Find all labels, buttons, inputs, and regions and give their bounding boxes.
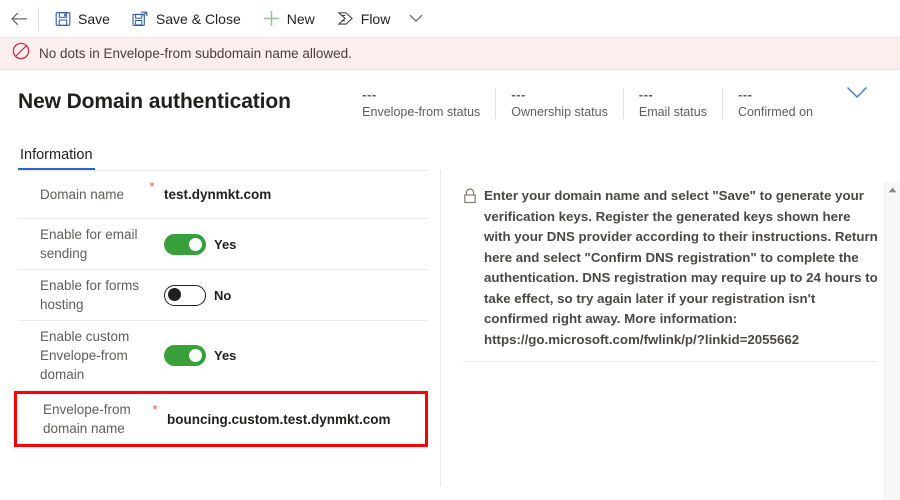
flow-icon (337, 10, 354, 27)
new-button[interactable]: New (252, 0, 326, 38)
chevron-down-icon (846, 86, 868, 99)
lock-icon (463, 186, 477, 350)
save-icon (54, 10, 71, 27)
plus-icon (263, 10, 280, 27)
flow-button[interactable]: Flow (326, 0, 402, 38)
enable-forms-hosting-toggle[interactable] (164, 284, 206, 306)
info-panel-text: Enter your domain name and select "Save"… (484, 188, 878, 347)
form-column: Domain name * test.dynmkt.com Enable for… (14, 170, 428, 486)
required-indicator (140, 276, 164, 278)
status-label: Email status (638, 105, 707, 119)
required-indicator (140, 327, 164, 329)
flow-button-label: Flow (360, 10, 391, 27)
new-button-label: New (286, 10, 315, 27)
field-row-enable-custom-envelope-from[interactable]: Enable custom Envelope-from domain Yes (18, 321, 428, 391)
error-message-text: No dots in Envelope-from subdomain name … (39, 46, 352, 61)
scroll-up-button[interactable] (888, 182, 897, 198)
status-value: --- (362, 87, 377, 102)
envelope-from-domain-name-value[interactable]: bouncing.custom.test.dynmkt.com (167, 412, 425, 427)
status-label: Envelope-from status (362, 105, 481, 119)
field-label: Enable for forms hosting (40, 278, 140, 312)
toggle-value-label: No (214, 287, 232, 303)
toggle-value-label: Yes (214, 236, 237, 252)
field-label: Enable custom Envelope-from domain (40, 329, 130, 382)
toggle-group: Yes (164, 233, 237, 255)
status-confirmed-on: --- Confirmed on (721, 87, 828, 119)
chevron-down-icon (409, 14, 423, 22)
tab-information[interactable]: Information (18, 147, 95, 170)
field-label: Domain name (40, 187, 125, 202)
field-row-envelope-from-domain-name[interactable]: Envelope-from domain name * bouncing.cus… (14, 391, 428, 447)
save-button-label: Save (78, 10, 110, 27)
field-row-enable-email-sending[interactable]: Enable for email sending Yes (18, 219, 428, 270)
field-label: Enable for email sending (40, 227, 138, 261)
required-indicator: * (152, 402, 158, 417)
back-button[interactable] (0, 0, 38, 38)
tab-strip: Information (0, 136, 900, 170)
save-button[interactable]: Save (43, 0, 121, 38)
status-ownership: --- Ownership status (495, 88, 623, 119)
required-indicator (140, 225, 164, 227)
header-status-set: --- Envelope-from status --- Ownership s… (354, 88, 828, 119)
error-notification-bar: No dots in Envelope-from subdomain name … (0, 38, 900, 70)
page-header: New Domain authentication --- Envelope-f… (0, 70, 900, 132)
field-label: Envelope-from domain name (43, 402, 131, 436)
vertical-scrollbar[interactable] (884, 182, 900, 500)
page-title: New Domain authentication (18, 90, 291, 113)
info-panel: Enter your domain name and select "Save"… (440, 170, 900, 486)
scroll-up-arrow-icon (888, 187, 897, 193)
required-indicator: * (149, 179, 155, 194)
toggle-knob (189, 349, 202, 362)
command-bar: Save Save & Close New Flow (0, 0, 900, 38)
save-and-close-button[interactable]: Save & Close (121, 0, 252, 38)
status-label: Confirmed on (737, 105, 813, 119)
domain-name-value[interactable]: test.dynmkt.com (164, 187, 428, 202)
enable-custom-envelope-from-toggle[interactable] (164, 345, 206, 366)
status-label: Ownership status (511, 105, 608, 119)
save-and-close-icon (132, 10, 149, 27)
content-area: Domain name * test.dynmkt.com Enable for… (0, 170, 900, 486)
tab-label: Information (20, 147, 93, 163)
status-value: --- (511, 87, 526, 102)
command-bar-overflow-button[interactable] (401, 0, 431, 38)
header-expand-button[interactable] (828, 86, 882, 99)
save-and-close-button-label: Save & Close (155, 10, 241, 27)
status-value: --- (737, 87, 753, 102)
toggle-knob (168, 288, 181, 301)
status-email: --- Email status (622, 87, 722, 119)
toggle-knob (189, 237, 202, 251)
field-row-enable-forms-hosting[interactable]: Enable for forms hosting No (18, 270, 428, 321)
field-row-domain-name[interactable]: Domain name * test.dynmkt.com (18, 171, 428, 219)
toggle-value-label: Yes (214, 348, 237, 363)
enable-email-sending-toggle[interactable] (164, 233, 206, 255)
command-bar-divider (38, 6, 39, 31)
blocked-icon (12, 42, 30, 65)
status-value: --- (638, 87, 654, 102)
toggle-group: No (164, 284, 232, 306)
toggle-group: Yes (164, 345, 236, 366)
info-panel-inner: Enter your domain name and select "Save"… (463, 186, 878, 362)
status-envelope-from: --- Envelope-from status (354, 88, 495, 119)
back-arrow-icon (10, 12, 27, 25)
